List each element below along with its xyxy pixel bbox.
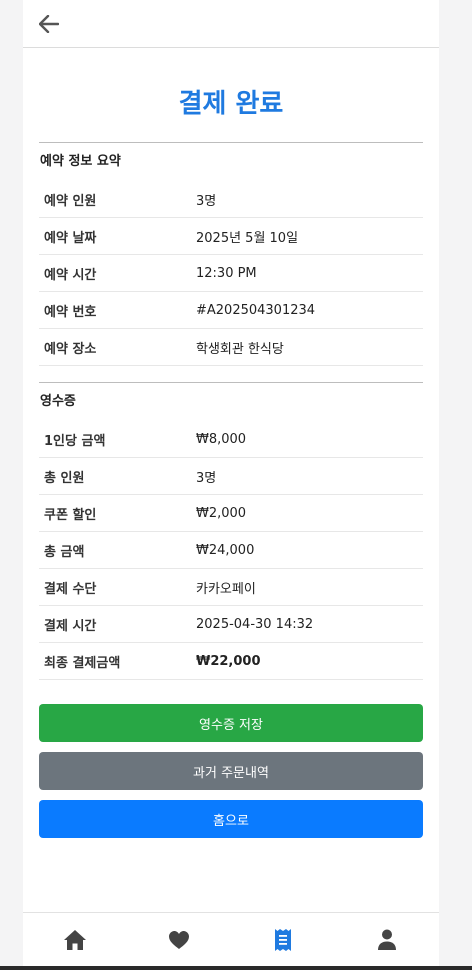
row-value: 3명 [196,193,217,209]
app-container: 결제 완료 예약 정보 요약 예약 인원 3명 예약 날짜 2025년 5월 1… [23,0,439,970]
arrow-left-icon [39,14,59,33]
receipt-section: 영수증 1인당 금액 ₩8,000 총 인원 3명 쿠폰 할인 ₩2,000 총… [39,382,423,680]
row-label: 최종 결제금액 [44,655,121,671]
receipt-row-per-person: 1인당 금액 ₩8,000 [39,421,423,458]
reservation-row-people: 예약 인원 3명 [39,181,423,218]
receipt-row-time: 결제 시간 2025-04-30 14:32 [39,606,423,643]
reservation-row-date: 예약 날짜 2025년 5월 10일 [39,218,423,255]
reservation-summary: 예약 정보 요약 예약 인원 3명 예약 날짜 2025년 5월 10일 예약 … [39,142,423,366]
section-title: 영수증 [40,394,76,409]
system-bar [0,966,472,970]
row-label: 예약 시간 [44,267,97,283]
nav-receipts[interactable] [263,925,303,955]
heart-icon [169,931,189,949]
row-value: 학생회관 한식당 [196,341,284,357]
section-title: 예약 정보 요약 [40,154,121,169]
row-value: 2025-04-30 14:32 [196,616,314,632]
row-label: 1인당 금액 [44,433,106,449]
nav-home[interactable] [55,925,95,955]
home-button[interactable]: 홈으로 [39,800,423,838]
back-button[interactable] [37,12,61,36]
row-label: 결제 수단 [44,581,97,597]
row-value: ₩24,000 [196,542,255,558]
row-value: 3명 [196,470,217,486]
row-value: 12:30 PM [196,265,257,281]
nav-profile[interactable] [367,925,407,955]
reservation-row-time: 예약 시간 12:30 PM [39,255,423,292]
receipt-row-total-amount: 총 금액 ₩24,000 [39,532,423,569]
row-value: ₩2,000 [196,505,247,521]
receipt-icon [275,929,291,951]
nav-favorites[interactable] [159,925,199,955]
save-receipt-button[interactable]: 영수증 저장 [39,704,423,742]
past-orders-button[interactable]: 과거 주문내역 [39,752,423,790]
page-title: 결제 완료 [178,89,284,119]
bottom-nav [23,912,439,967]
row-label: 예약 인원 [44,193,97,209]
row-label: 총 금액 [44,544,85,560]
row-label: 예약 번호 [44,304,97,320]
user-icon [378,929,396,950]
home-icon [64,930,86,950]
top-bar [23,0,439,48]
reservation-row-place: 예약 장소 학생회관 한식당 [39,329,423,366]
receipt-row-coupon: 쿠폰 할인 ₩2,000 [39,495,423,532]
row-label: 예약 장소 [44,341,97,357]
row-label: 예약 날짜 [44,230,97,246]
row-value: ₩8,000 [196,431,247,447]
row-value: ₩22,000 [196,653,261,669]
action-buttons: 영수증 저장 과거 주문내역 홈으로 [39,704,423,838]
receipt-row-final-amount: 최종 결제금액 ₩22,000 [39,643,423,680]
row-value: 카카오페이 [196,581,256,597]
row-label: 쿠폰 할인 [44,507,97,523]
row-value: 2025년 5월 10일 [196,230,299,246]
reservation-row-number: 예약 번호 #A202504301234 [39,292,423,329]
row-value: #A202504301234 [196,302,316,318]
receipt-row-method: 결제 수단 카카오페이 [39,569,423,606]
receipt-row-total-people: 총 인원 3명 [39,458,423,495]
row-label: 결제 시간 [44,618,97,634]
row-label: 총 인원 [44,470,85,486]
